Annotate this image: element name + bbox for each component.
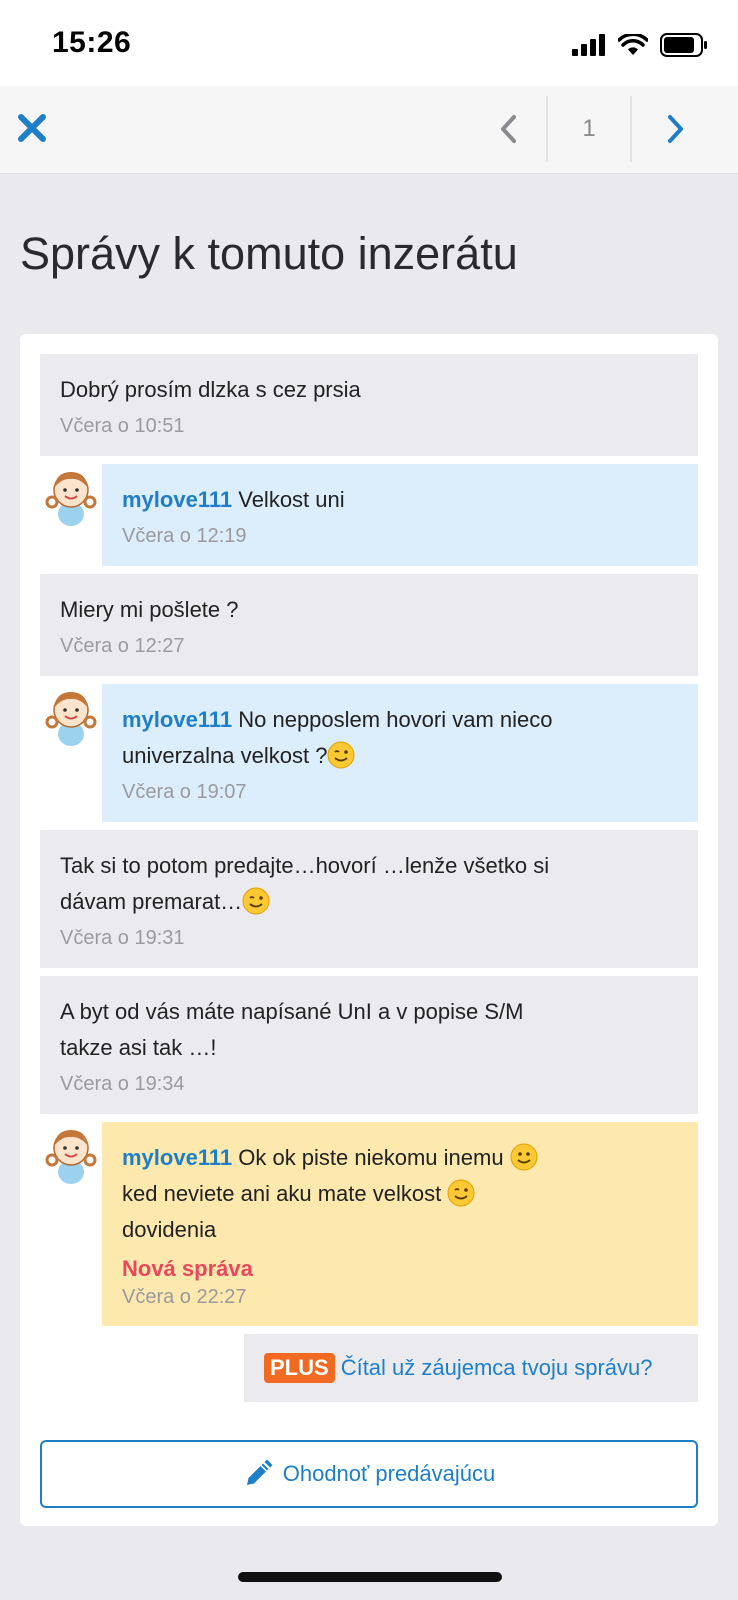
avatar-icon (45, 1130, 97, 1184)
status-bar: 15:26 (0, 0, 738, 86)
message-incoming: Dobrý prosím dlzka s cez prsia Včera o 1… (40, 354, 698, 456)
message-time: Včera o 19:31 (60, 927, 185, 949)
status-icons (572, 32, 708, 58)
message-text-line2: ked neviete ani aku mate velkost (122, 1181, 442, 1206)
page-title: Správy k tomuto inzerátu (20, 228, 518, 279)
next-button[interactable] (632, 96, 718, 162)
status-time: 15:26 (52, 26, 132, 59)
messages-card: Dobrý prosím dlzka s cez prsia Včera o 1… (20, 334, 718, 1526)
message-incoming: A byt od vás máte napísané UnI a v popis… (40, 976, 698, 1114)
message-username[interactable]: mylove111 (122, 1145, 232, 1170)
navbar: 1 (0, 86, 738, 174)
message-new: mylove111 Ok ok piste niekomu inemu ked … (102, 1122, 698, 1326)
plus-read-receipt-link[interactable]: PLUS Čítal už záujemca tvoju správu? (244, 1334, 698, 1402)
close-button[interactable] (16, 112, 52, 148)
wifi-icon (618, 34, 648, 55)
message-time: Včera o 19:34 (60, 1073, 185, 1095)
smile-emoji-icon (510, 1143, 538, 1171)
message-incoming: Miery mi pošlete ? Včera o 12:27 (40, 574, 698, 676)
message-text: Dobrý prosím dlzka s cez prsia (60, 377, 361, 402)
message-incoming: Tak si to potom predajte…hovorí …lenže v… (40, 830, 698, 968)
message-outgoing: mylove111 No nepposlem hovori vam nieco … (102, 684, 698, 822)
wink-emoji-icon (242, 887, 270, 915)
message-outgoing: mylove111 Velkost uni Včera o 12:19 (102, 464, 698, 566)
wink-emoji-icon (447, 1179, 475, 1207)
wink-emoji-icon (327, 741, 355, 769)
message-text-line1: No nepposlem hovori vam nieco (238, 707, 553, 732)
message-time: Včera o 22:27 (122, 1286, 247, 1308)
chevron-right-icon (668, 115, 683, 143)
page-number: 1 (582, 115, 596, 142)
plus-badge: PLUS (264, 1353, 335, 1383)
message-text: Miery mi pošlete ? (60, 597, 239, 622)
message-username[interactable]: mylove111 (122, 707, 232, 732)
chevron-left-icon (501, 115, 516, 143)
battery-icon (660, 33, 707, 57)
close-icon (18, 114, 46, 142)
message-text-line2: takze asi tak …! (60, 1035, 217, 1060)
message-text-line1: Ok ok piste niekomu inemu (238, 1145, 504, 1170)
rate-seller-button[interactable]: Ohodnoť predávajúcu (40, 1440, 698, 1508)
message-text-line1: A byt od vás máte napísané UnI a v popis… (60, 999, 524, 1024)
previous-button[interactable] (474, 96, 544, 162)
message-text-line2: univerzalna velkost ? (122, 743, 328, 768)
message-time: Včera o 12:19 (122, 525, 247, 547)
message-time: Včera o 12:27 (60, 635, 185, 657)
avatar-icon (45, 692, 97, 746)
plus-link-text: Čítal už záujemca tvoju správu? (340, 1355, 653, 1380)
avatar-icon (45, 472, 97, 526)
rate-seller-label: Ohodnoť predávajúcu (282, 1461, 496, 1486)
message-username[interactable]: mylove111 (122, 487, 232, 512)
message-text-line1: Tak si to potom predajte…hovorí …lenže v… (60, 853, 550, 878)
new-message-label: Nová správa (122, 1256, 253, 1281)
signal-icon (572, 34, 605, 56)
message-text: Velkost uni (238, 487, 345, 512)
home-indicator[interactable] (238, 1572, 502, 1582)
pencil-icon (246, 1459, 273, 1485)
message-text-line2: dávam premarat… (60, 889, 243, 914)
message-time: Včera o 19:07 (122, 781, 247, 803)
message-text-line3: dovidenia (122, 1217, 217, 1242)
message-time: Včera o 10:51 (60, 415, 185, 437)
